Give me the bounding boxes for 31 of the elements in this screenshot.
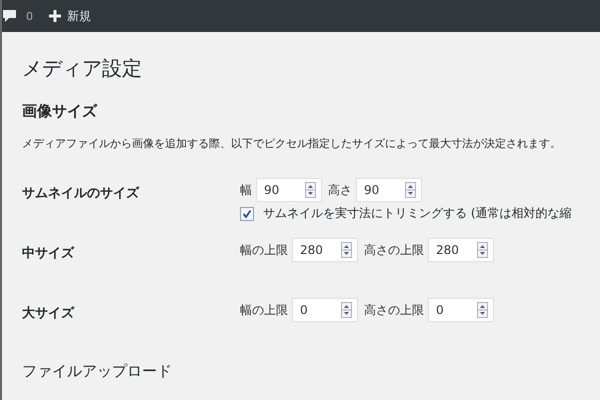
field-label: 幅の上限 bbox=[240, 302, 288, 318]
number-field[interactable]: 0 bbox=[428, 298, 494, 322]
spinner-icon[interactable] bbox=[341, 242, 352, 258]
section-title: 画像サイズ bbox=[22, 101, 98, 122]
description: メディアファイルから画像を追加する際、以下でピクセル指定したサイズによって最大寸法が決定されます。 bbox=[22, 136, 562, 152]
plus-icon[interactable] bbox=[49, 10, 61, 22]
number-field[interactable]: 0 bbox=[292, 298, 358, 322]
field-label: 高さ bbox=[328, 182, 352, 198]
row-label: サムネイルのサイズ bbox=[22, 185, 140, 203]
spinner-icon[interactable] bbox=[305, 182, 316, 198]
comment-count[interactable]: 0 bbox=[26, 10, 33, 22]
number-field[interactable]: 90 bbox=[356, 178, 422, 202]
spinner-icon[interactable] bbox=[477, 302, 488, 318]
spinner-icon[interactable] bbox=[341, 302, 352, 318]
checkbox-label: サムネイルを実寸法にトリミングする (通常は相対的な縮 bbox=[263, 205, 572, 222]
checkbox[interactable] bbox=[240, 206, 254, 220]
spinner-icon[interactable] bbox=[405, 182, 416, 198]
new-link[interactable]: 新規 bbox=[67, 8, 91, 24]
field-label: 高さの上限 bbox=[364, 302, 424, 318]
row-label: 大サイズ bbox=[22, 305, 76, 323]
number-field[interactable]: 280 bbox=[292, 238, 358, 262]
field-label: 幅 bbox=[240, 182, 252, 198]
row-label: 中サイズ bbox=[22, 245, 76, 263]
section-title: ファイルアップロード bbox=[22, 361, 173, 382]
field-label: 高さの上限 bbox=[364, 242, 424, 258]
spinner-icon[interactable] bbox=[477, 242, 488, 258]
field-label: 幅の上限 bbox=[240, 242, 288, 258]
number-field[interactable]: 90 bbox=[256, 178, 322, 202]
page-title: メディア設定 bbox=[22, 55, 143, 82]
comment-icon[interactable] bbox=[2, 9, 18, 23]
number-field[interactable]: 280 bbox=[428, 238, 494, 262]
